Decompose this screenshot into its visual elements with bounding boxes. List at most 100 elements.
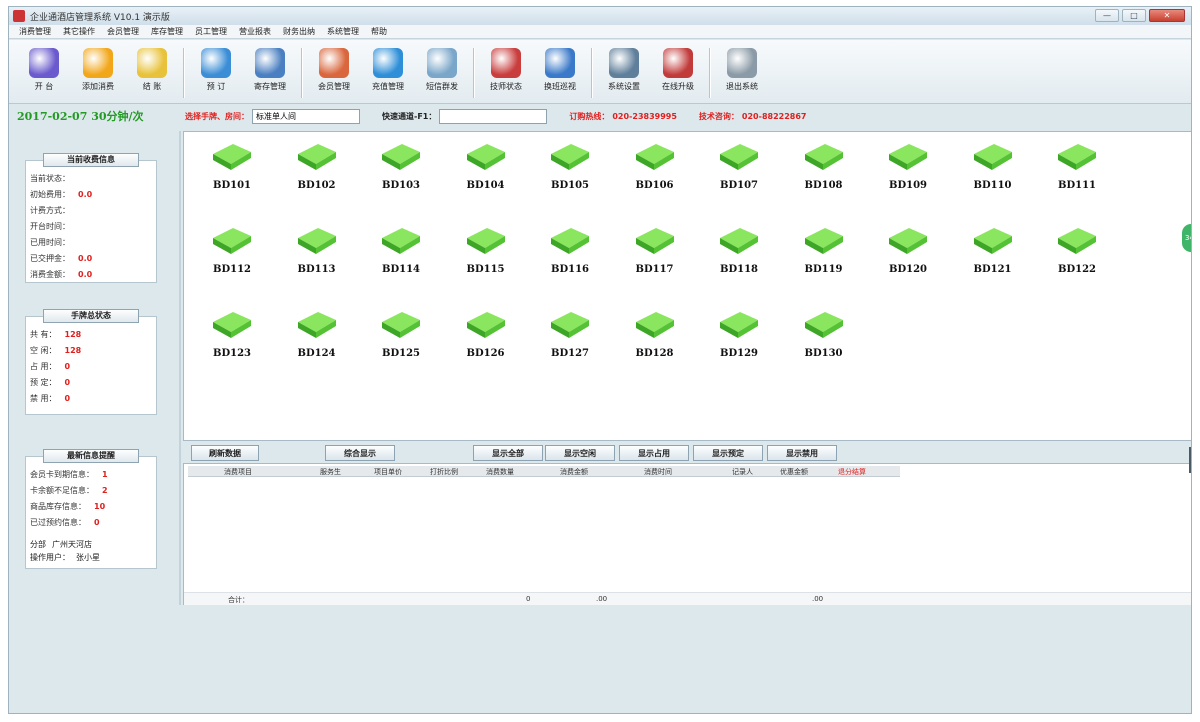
column-header[interactable]: 记录人 <box>732 467 753 477</box>
room-tile[interactable]: BD117 <box>625 224 685 294</box>
room-tile[interactable]: BD122 <box>1047 224 1107 294</box>
room-tile[interactable]: BD103 <box>371 140 431 210</box>
room-tile[interactable]: BD118 <box>709 224 769 294</box>
room-tile[interactable]: BD127 <box>540 308 600 378</box>
minimize-button[interactable]: — <box>1095 9 1119 22</box>
toolbar-button-8[interactable]: 技师状态 <box>479 48 533 92</box>
room-bed-icon <box>972 224 1014 258</box>
toolbar-button-5[interactable]: 会员管理 <box>307 48 361 92</box>
room-tile[interactable]: BD114 <box>371 224 431 294</box>
toolbar-button-0[interactable]: 开 台 <box>17 48 71 92</box>
room-label: BD110 <box>973 180 1012 191</box>
room-tile[interactable]: BD126 <box>456 308 516 378</box>
side-float-badge[interactable]: 34 <box>1182 224 1191 252</box>
room-tile[interactable]: BD119 <box>794 224 854 294</box>
room-tile[interactable]: BD124 <box>287 308 347 378</box>
room-tile[interactable]: BD130 <box>794 308 854 378</box>
menu-item-0[interactable]: 消费管理 <box>13 26 57 37</box>
quick-channel-input[interactable] <box>439 108 548 124</box>
current-fee-key: 当前状态： <box>30 173 70 183</box>
room-tile[interactable]: BD106 <box>625 140 685 210</box>
exit-icon <box>727 48 757 78</box>
menu-item-1[interactable]: 其它操作 <box>57 26 101 37</box>
toolbar-label: 在线升级 <box>662 82 694 91</box>
menu-item-4[interactable]: 员工管理 <box>189 26 233 37</box>
action-button-2[interactable]: 显示全部 <box>473 445 543 461</box>
alert-row: 会员卡到期信息： 1 <box>26 466 156 482</box>
room-tile[interactable]: BD111 <box>1047 140 1107 210</box>
room-tile[interactable]: BD102 <box>287 140 347 210</box>
room-tile[interactable]: BD120 <box>878 224 938 294</box>
action-button-5[interactable]: 显示预定 <box>693 445 763 461</box>
menu-item-3[interactable]: 库存管理 <box>145 26 189 37</box>
menu-item-6[interactable]: 财务出纳 <box>277 26 321 37</box>
toolbar-separator <box>301 48 303 98</box>
room-bed-icon <box>634 224 676 258</box>
toolbar-button-2[interactable]: 结 账 <box>125 48 179 92</box>
room-label: BD109 <box>889 180 927 191</box>
recharge-icon <box>373 48 403 78</box>
menu-item-8[interactable]: 帮助 <box>365 26 393 37</box>
support-value: 020-88222867 <box>741 111 807 121</box>
current-fee-row: 当前状态： <box>26 170 156 186</box>
toolbar-label: 系统设置 <box>608 82 640 91</box>
room-label: BD125 <box>382 348 420 359</box>
current-fee-key: 计费方式： <box>30 205 70 215</box>
column-header[interactable]: 消费时间 <box>644 467 672 477</box>
splitter-handle[interactable] <box>1189 447 1191 473</box>
toolbar-button-1[interactable]: 添加消费 <box>71 48 125 92</box>
room-tile[interactable]: BD107 <box>709 140 769 210</box>
maximize-button[interactable]: □ <box>1122 9 1146 22</box>
column-header[interactable]: 优惠金额 <box>780 467 808 477</box>
room-tile[interactable]: BD123 <box>202 308 262 378</box>
toolbar-button-12[interactable]: 退出系统 <box>715 48 769 92</box>
room-bed-icon <box>465 140 507 174</box>
toolbar-button-7[interactable]: 短信群发 <box>415 48 469 92</box>
room-tile[interactable]: BD108 <box>794 140 854 210</box>
room-tile[interactable]: BD110 <box>963 140 1023 210</box>
column-header[interactable]: 退分结算 <box>838 467 866 477</box>
action-button-6[interactable]: 显示禁用 <box>767 445 837 461</box>
menu-item-5[interactable]: 营业报表 <box>233 26 277 37</box>
room-status-row: 占 用： 0 <box>26 358 156 374</box>
menu-item-2[interactable]: 会员管理 <box>101 26 145 37</box>
action-button-3[interactable]: 显示空闲 <box>545 445 615 461</box>
room-label: BD122 <box>1058 264 1096 275</box>
room-tile[interactable]: BD121 <box>963 224 1023 294</box>
select-room-input[interactable] <box>252 108 360 124</box>
room-tile[interactable]: BD113 <box>287 224 347 294</box>
toolbar-button-6[interactable]: 充值管理 <box>361 48 415 92</box>
room-tile[interactable]: BD105 <box>540 140 600 210</box>
column-header[interactable]: 消费金额 <box>560 467 588 477</box>
column-header[interactable]: 消费项目 <box>224 467 252 477</box>
room-label: BD111 <box>1058 180 1096 191</box>
action-button-0[interactable]: 刷新数据 <box>191 445 259 461</box>
footer-qty: 0 <box>526 595 531 603</box>
toolbar-button-4[interactable]: 寄存管理 <box>243 48 297 92</box>
room-tile[interactable]: BD115 <box>456 224 516 294</box>
column-header[interactable]: 打折比例 <box>430 467 458 477</box>
room-label: BD123 <box>213 348 251 359</box>
room-tile[interactable]: BD109 <box>878 140 938 210</box>
toolbar-button-10[interactable]: 系统设置 <box>597 48 651 92</box>
toolbar-button-3[interactable]: 预 订 <box>189 48 243 92</box>
action-button-1[interactable]: 综合显示 <box>325 445 395 461</box>
toolbar-button-9[interactable]: 换班巡视 <box>533 48 587 92</box>
room-label: BD127 <box>551 348 589 359</box>
room-tile[interactable]: BD129 <box>709 308 769 378</box>
room-tile[interactable]: BD116 <box>540 224 600 294</box>
toolbar-button-11[interactable]: 在线升级 <box>651 48 705 92</box>
close-button[interactable]: ✕ <box>1149 9 1185 22</box>
room-status-row: 预 定： 0 <box>26 374 156 390</box>
room-tile[interactable]: BD101 <box>202 140 262 210</box>
column-header[interactable]: 项目单价 <box>374 467 402 477</box>
room-tile[interactable]: BD125 <box>371 308 431 378</box>
column-header[interactable]: 消费数量 <box>486 467 514 477</box>
room-tile[interactable]: BD104 <box>456 140 516 210</box>
action-button-4[interactable]: 显示占用 <box>619 445 689 461</box>
room-tile[interactable]: BD128 <box>625 308 685 378</box>
room-tile[interactable]: BD112 <box>202 224 262 294</box>
menu-item-7[interactable]: 系统管理 <box>321 26 365 37</box>
toolbar-label: 技师状态 <box>490 82 522 91</box>
column-header[interactable]: 服务生 <box>320 467 341 477</box>
